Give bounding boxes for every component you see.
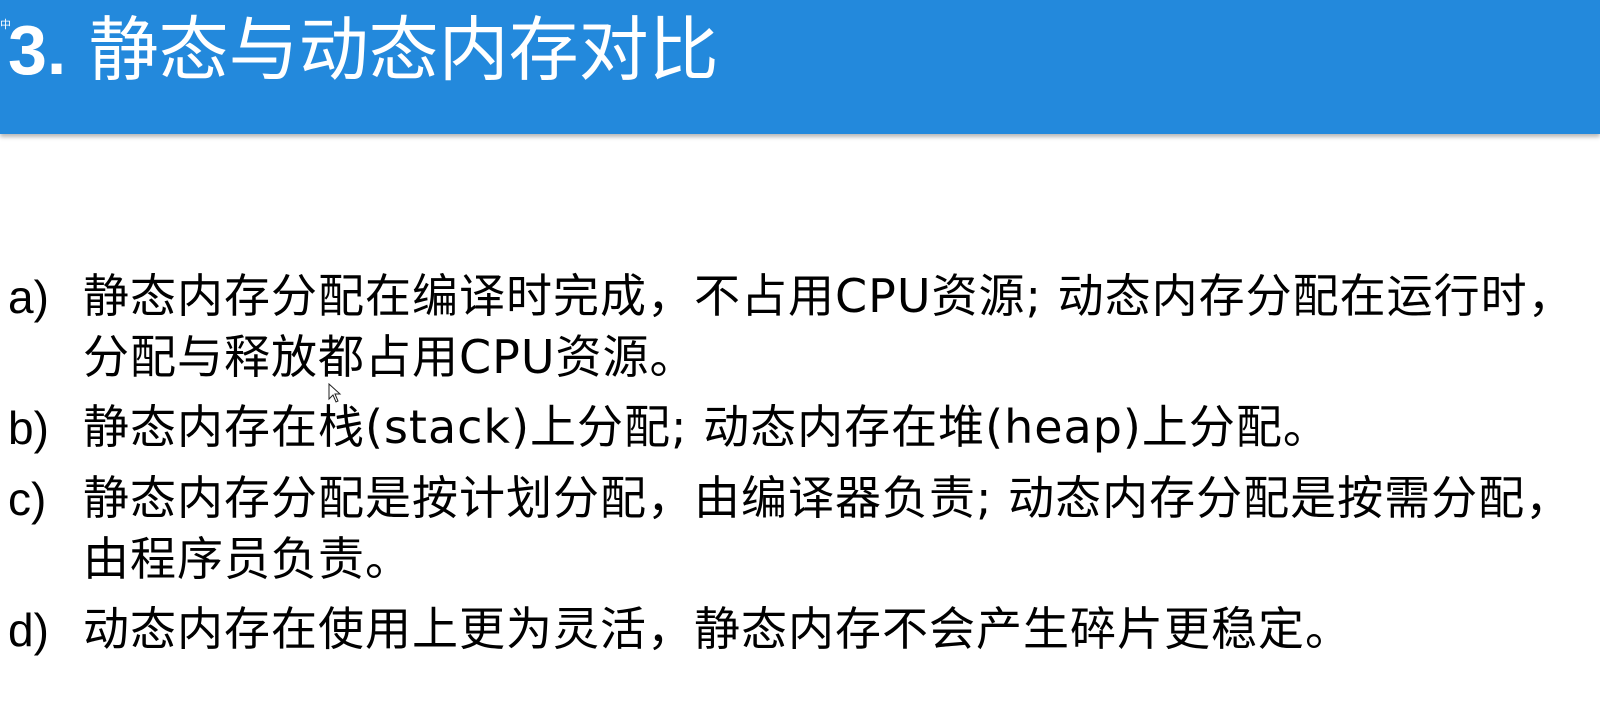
list-item-d: d) 动态内存在使用上更为灵活，静态内存不会产生碎片更稳定。: [8, 599, 1593, 661]
list-marker: c): [8, 473, 47, 525]
list-marker: a): [8, 271, 49, 323]
list-item-text: 静态内存分配是按计划分配，由编译器负责; 动态内存分配是按需分配，由程序员负责。: [83, 471, 1573, 586]
slide: 中 3. 静态与动态内存对比 a) 静态内存分配在编译时完成，不占用CPU资源;…: [0, 0, 1600, 722]
list-item-b: b) 静态内存在栈(stack)上分配; 动态内存在堆(heap)上分配。: [8, 397, 1593, 459]
mouse-pointer-icon: [328, 383, 342, 403]
title-number: 3.: [8, 11, 67, 89]
title-bar: 中 3. 静态与动态内存对比: [0, 0, 1600, 134]
list-item-c: c) 静态内存分配是按计划分配，由编译器负责; 动态内存分配是按需分配，由程序员…: [8, 468, 1593, 590]
list-item-text: 动态内存在使用上更为灵活，静态内存不会产生碎片更稳定。: [83, 602, 1352, 656]
list-marker: d): [8, 604, 49, 656]
title-text: 静态与动态内存对比: [88, 9, 719, 91]
list-item-a: a) 静态内存分配在编译时完成，不占用CPU资源; 动态内存分配在运行时，分配与…: [8, 266, 1593, 388]
list-item-text: 静态内存分配在编译时完成，不占用CPU资源; 动态内存分配在运行时，分配与释放都…: [83, 269, 1575, 384]
list-item-text: 静态内存在栈(stack)上分配; 动态内存在堆(heap)上分配。: [83, 400, 1330, 454]
comparison-list: a) 静态内存分配在编译时完成，不占用CPU资源; 动态内存分配在运行时，分配与…: [8, 266, 1593, 670]
list-marker: b): [8, 402, 49, 454]
slide-title: 3. 静态与动态内存对比: [8, 8, 719, 92]
